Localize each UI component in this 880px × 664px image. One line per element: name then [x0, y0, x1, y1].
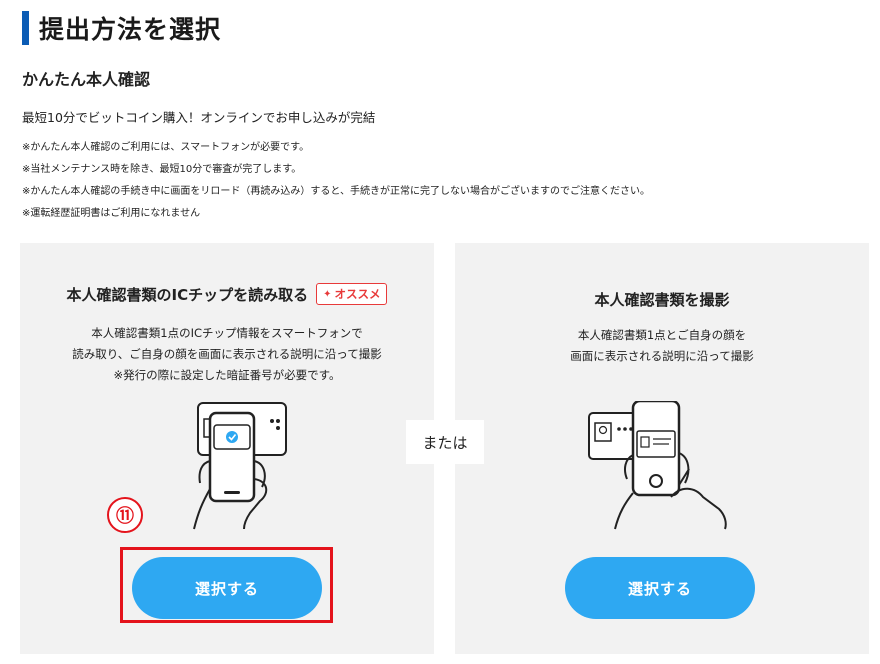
recommend-badge: ✦ オススメ — [316, 283, 388, 305]
note-item: ※かんたん本人確認の手続き中に画面をリロード（再読み込み）すると、手続きが正常に… — [22, 186, 650, 197]
subtitle: かんたん本人確認 — [22, 70, 151, 89]
description-line: 画面に表示される説明に沿って撮影 — [570, 349, 754, 363]
card-title-row: 本人確認書類のICチップを読み取る ✦ オススメ — [20, 283, 434, 305]
phone-nfc-card-illustration-icon — [193, 402, 287, 530]
section-title: 提出方法を選択 — [22, 10, 221, 46]
description-line: 読み取り、ご自身の顔を画面に表示される説明に沿って撮影 — [72, 347, 382, 361]
option-card-photo: 本人確認書類を撮影 本人確認書類1点とご自身の顔を 画面に表示される説明に沿って… — [455, 243, 869, 654]
card-description: 本人確認書類1点とご自身の顔を 画面に表示される説明に沿って撮影 — [455, 325, 869, 367]
card-title: 本人確認書類のICチップを読み取る — [66, 285, 309, 304]
sparkle-icon: ✦ — [323, 288, 332, 300]
description-line: 本人確認書類1点のICチップ情報をスマートフォンで — [91, 326, 363, 340]
page-title: 提出方法を選択 — [39, 15, 222, 44]
annotation-highlight-box — [120, 547, 333, 623]
phone-photo-card-illustration-icon — [588, 401, 727, 530]
note-item: ※運転経歴証明書はご利用になれません — [22, 208, 201, 219]
card-description: 本人確認書類1点のICチップ情報をスマートフォンで 読み取り、ご自身の顔を画面に… — [20, 323, 434, 386]
description-line: ※発行の際に設定した暗証番号が必要です。 — [113, 368, 341, 382]
card-title: 本人確認書類を撮影 — [594, 291, 730, 309]
description-line: 本人確認書類1点とご自身の顔を — [577, 328, 747, 342]
or-separator: または — [406, 420, 484, 464]
badge-label: オススメ — [334, 287, 381, 301]
lead-text: 最短10分でビットコイン購入！オンラインでお申し込みが完結 — [22, 110, 376, 125]
select-photo-button[interactable]: 選択する — [565, 557, 755, 619]
annotation-step-number: ⑪ — [107, 497, 143, 533]
note-item: ※当社メンテナンス時を除き、最短10分で審査が完了します。 — [22, 164, 302, 175]
title-accent-bar — [22, 11, 29, 45]
note-item: ※かんたん本人確認のご利用には、スマートフォンが必要です。 — [22, 142, 310, 153]
notes-list: ※かんたん本人確認のご利用には、スマートフォンが必要です。 ※当社メンテナンス時… — [22, 137, 650, 225]
